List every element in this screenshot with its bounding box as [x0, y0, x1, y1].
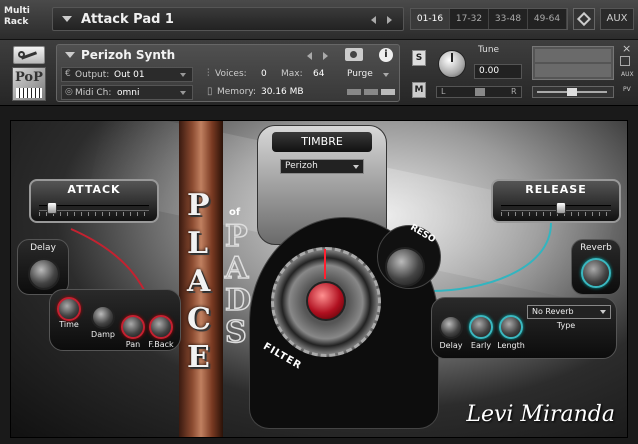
output-label: Output: [75, 70, 110, 80]
delay-damp-knob[interactable] [91, 305, 115, 329]
output-value: Out 01 [114, 70, 145, 80]
max-label: Max: [281, 69, 303, 79]
chevron-down-icon [600, 310, 606, 314]
close-icon[interactable]: × [622, 42, 631, 55]
volume-thumb[interactable] [567, 88, 577, 96]
reverb-title: Reverb [580, 243, 612, 253]
instrument-logo[interactable]: PoP [12, 67, 46, 101]
midi-label: Midi Ch: [75, 88, 112, 98]
timbre-select[interactable]: Perizoh [280, 159, 364, 174]
chevron-down-icon[interactable] [383, 73, 389, 77]
solo-button[interactable]: S [412, 50, 426, 66]
chevron-down-icon[interactable] [62, 16, 72, 22]
reverb-knob[interactable] [581, 258, 611, 288]
author-signature: Levi Miranda [466, 402, 615, 427]
tab-range-3[interactable]: 33-48 [489, 9, 528, 29]
voices-icon: ⫶ [207, 68, 210, 79]
tab-range-4[interactable]: 49-64 [528, 9, 567, 29]
multi-rack-label-line1: Multi [4, 6, 30, 16]
pan-slider[interactable]: L R [436, 86, 522, 98]
delay-time-label: Time [59, 320, 79, 329]
pan-right-label: R [511, 87, 517, 96]
midi-value: omni [117, 88, 140, 98]
instrument-info-panel: Perizoh Synth i € Output: Out 01 ◎ Midi … [56, 44, 400, 102]
purge-indicator-1 [347, 89, 361, 95]
delay-main-panel: Delay [17, 239, 69, 295]
memory-icon: ▯ [207, 86, 213, 97]
delay-time-knob[interactable] [57, 297, 81, 321]
logo-text: PoP [15, 70, 43, 85]
delay-knob[interactable] [28, 258, 60, 290]
instrument-name[interactable]: Perizoh Synth [81, 48, 175, 62]
side-pv-button[interactable]: PV [623, 86, 631, 93]
midi-channel-field[interactable]: ◎ Midi Ch: omni [61, 85, 193, 100]
delay-title: Delay [30, 243, 56, 253]
instrument-panel: P L A C E of P A D S ATTACK RELEASE TIMB… [10, 120, 628, 438]
filter-pointer [324, 249, 326, 279]
chevron-down-icon [180, 73, 186, 77]
reverb-type-select[interactable]: No Reverb [527, 305, 611, 319]
pan-left-label: L [441, 87, 446, 96]
instrument-header: PoP Perizoh Synth i € Output: Out 01 ◎ M… [0, 40, 638, 106]
prev-arrow-icon[interactable] [307, 52, 312, 60]
voices-label: Voices: [215, 69, 247, 79]
output-field[interactable]: € Output: Out 01 [61, 67, 193, 82]
tab-range-1[interactable]: 01-16 [411, 9, 450, 29]
delay-pan-knob[interactable] [121, 315, 145, 339]
info-icon[interactable]: i [379, 48, 393, 62]
delay-feedback-label: F.Back [148, 340, 174, 349]
purge-indicator-2 [364, 89, 378, 95]
chevron-down-icon[interactable] [65, 52, 75, 58]
chevron-down-icon [353, 165, 359, 169]
rack-name-field[interactable]: Attack Pad 1 [52, 7, 404, 31]
voices-value: 0 [261, 69, 267, 79]
rack-name: Attack Pad 1 [81, 12, 174, 27]
reverb-main-panel: Reverb [571, 239, 621, 295]
tab-range-2[interactable]: 17-32 [450, 9, 489, 29]
camera-icon[interactable] [345, 48, 363, 61]
delay-feedback-knob[interactable] [149, 315, 173, 339]
prev-arrow-icon[interactable] [371, 16, 376, 24]
purge-menu[interactable]: Purge [347, 69, 373, 79]
filter-knob-center[interactable] [306, 281, 346, 321]
reverb-length-knob[interactable] [499, 315, 523, 339]
delay-damp-label: Damp [91, 330, 115, 339]
minimize-icon[interactable] [620, 56, 630, 66]
aux-button[interactable]: AUX [600, 8, 634, 30]
timbre-title: TIMBRE [272, 132, 372, 152]
next-arrow-icon[interactable] [387, 16, 392, 24]
output-icon: € [65, 69, 71, 79]
purge-indicator-3 [381, 89, 395, 95]
volume-slider[interactable] [532, 86, 614, 98]
pan-thumb[interactable] [475, 88, 485, 96]
memory-label: Memory: [217, 87, 256, 97]
wrench-icon[interactable] [13, 46, 45, 64]
multi-rack-bar: Multi Rack Attack Pad 1 01-16 17-32 33-4… [0, 0, 638, 40]
max-value[interactable]: 64 [313, 69, 324, 79]
multi-rack-label-line2: Rack [4, 17, 29, 27]
reverb-type-value: No Reverb [532, 307, 574, 316]
reverb-delay-knob[interactable] [439, 315, 463, 339]
diamond-icon[interactable] [573, 8, 595, 30]
memory-value: 30.16 MB [261, 87, 304, 97]
tune-knob[interactable] [438, 50, 466, 78]
next-arrow-icon[interactable] [323, 52, 328, 60]
tune-label: Tune [478, 45, 500, 55]
chevron-down-icon [180, 91, 186, 95]
tune-value[interactable]: 0.00 [474, 64, 522, 79]
timbre-value: Perizoh [285, 161, 318, 171]
mute-button[interactable]: M [412, 82, 426, 98]
midi-icon: ◎ [65, 87, 73, 97]
reverb-early-knob[interactable] [469, 315, 493, 339]
reso-knob[interactable] [385, 247, 425, 287]
reverb-type-label: Type [556, 321, 576, 330]
rack-range-tabs: 01-16 17-32 33-48 49-64 [410, 8, 568, 30]
level-meter [532, 46, 614, 80]
multi-rack-label: Multi Rack [4, 6, 30, 28]
side-aux-button[interactable]: AUX [621, 71, 634, 78]
reverb-length-label: Length [497, 341, 525, 350]
